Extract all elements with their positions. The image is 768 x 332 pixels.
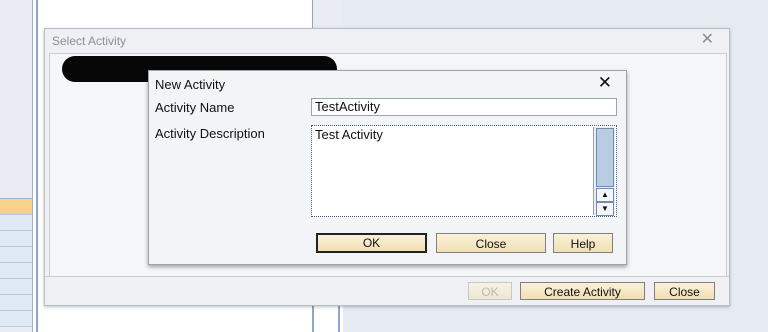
activity-name-field[interactable]: TestActivity bbox=[311, 98, 617, 116]
activity-description-field[interactable]: Test Activity ▲ ▼ bbox=[311, 125, 617, 217]
scroll-thumb[interactable] bbox=[596, 128, 614, 187]
table-row[interactable] bbox=[0, 279, 32, 295]
close-button-label: Close bbox=[669, 285, 700, 299]
vertical-scrollbar[interactable]: ▲ ▼ bbox=[593, 127, 615, 216]
close-icon[interactable]: ✕ bbox=[701, 31, 714, 49]
close-icon[interactable]: ✕ bbox=[598, 73, 612, 93]
help-button-label: Help bbox=[570, 237, 596, 251]
scroll-down-icon[interactable]: ▼ bbox=[596, 202, 614, 216]
new-activity-dialog: New Activity ✕ Activity Name TestActivit… bbox=[148, 70, 627, 265]
table-row[interactable] bbox=[0, 311, 32, 327]
create-activity-label: Create Activity bbox=[544, 285, 621, 299]
table-row[interactable] bbox=[0, 247, 32, 263]
close-button[interactable]: Close bbox=[436, 233, 546, 253]
close-button-label: Close bbox=[475, 237, 507, 251]
activity-description-label: Activity Description bbox=[155, 126, 265, 141]
table-row[interactable] bbox=[0, 231, 32, 247]
ok-button-label: OK bbox=[362, 236, 381, 250]
left-grid bbox=[0, 198, 32, 327]
table-row[interactable] bbox=[0, 199, 32, 215]
activity-description-text: Test Activity bbox=[315, 127, 383, 142]
ok-button-label: OK bbox=[481, 285, 499, 299]
activity-name-label: Activity Name bbox=[155, 100, 235, 115]
ok-button[interactable]: OK bbox=[316, 233, 427, 253]
create-activity-button[interactable]: Create Activity bbox=[520, 282, 645, 300]
close-button[interactable]: Close bbox=[654, 282, 715, 300]
table-row[interactable] bbox=[0, 295, 32, 311]
ok-button[interactable]: OK bbox=[468, 282, 512, 300]
dialog-title: Select Activity bbox=[52, 34, 127, 48]
scroll-up-icon[interactable]: ▲ bbox=[596, 188, 614, 202]
splitter-line bbox=[36, 0, 38, 332]
table-row[interactable] bbox=[0, 263, 32, 279]
help-button[interactable]: Help bbox=[553, 233, 613, 253]
left-panel bbox=[0, 0, 33, 332]
dialog-footer: OK Create Activity Close bbox=[45, 276, 729, 305]
table-row[interactable] bbox=[0, 215, 32, 231]
dialog-title: New Activity bbox=[155, 77, 226, 92]
